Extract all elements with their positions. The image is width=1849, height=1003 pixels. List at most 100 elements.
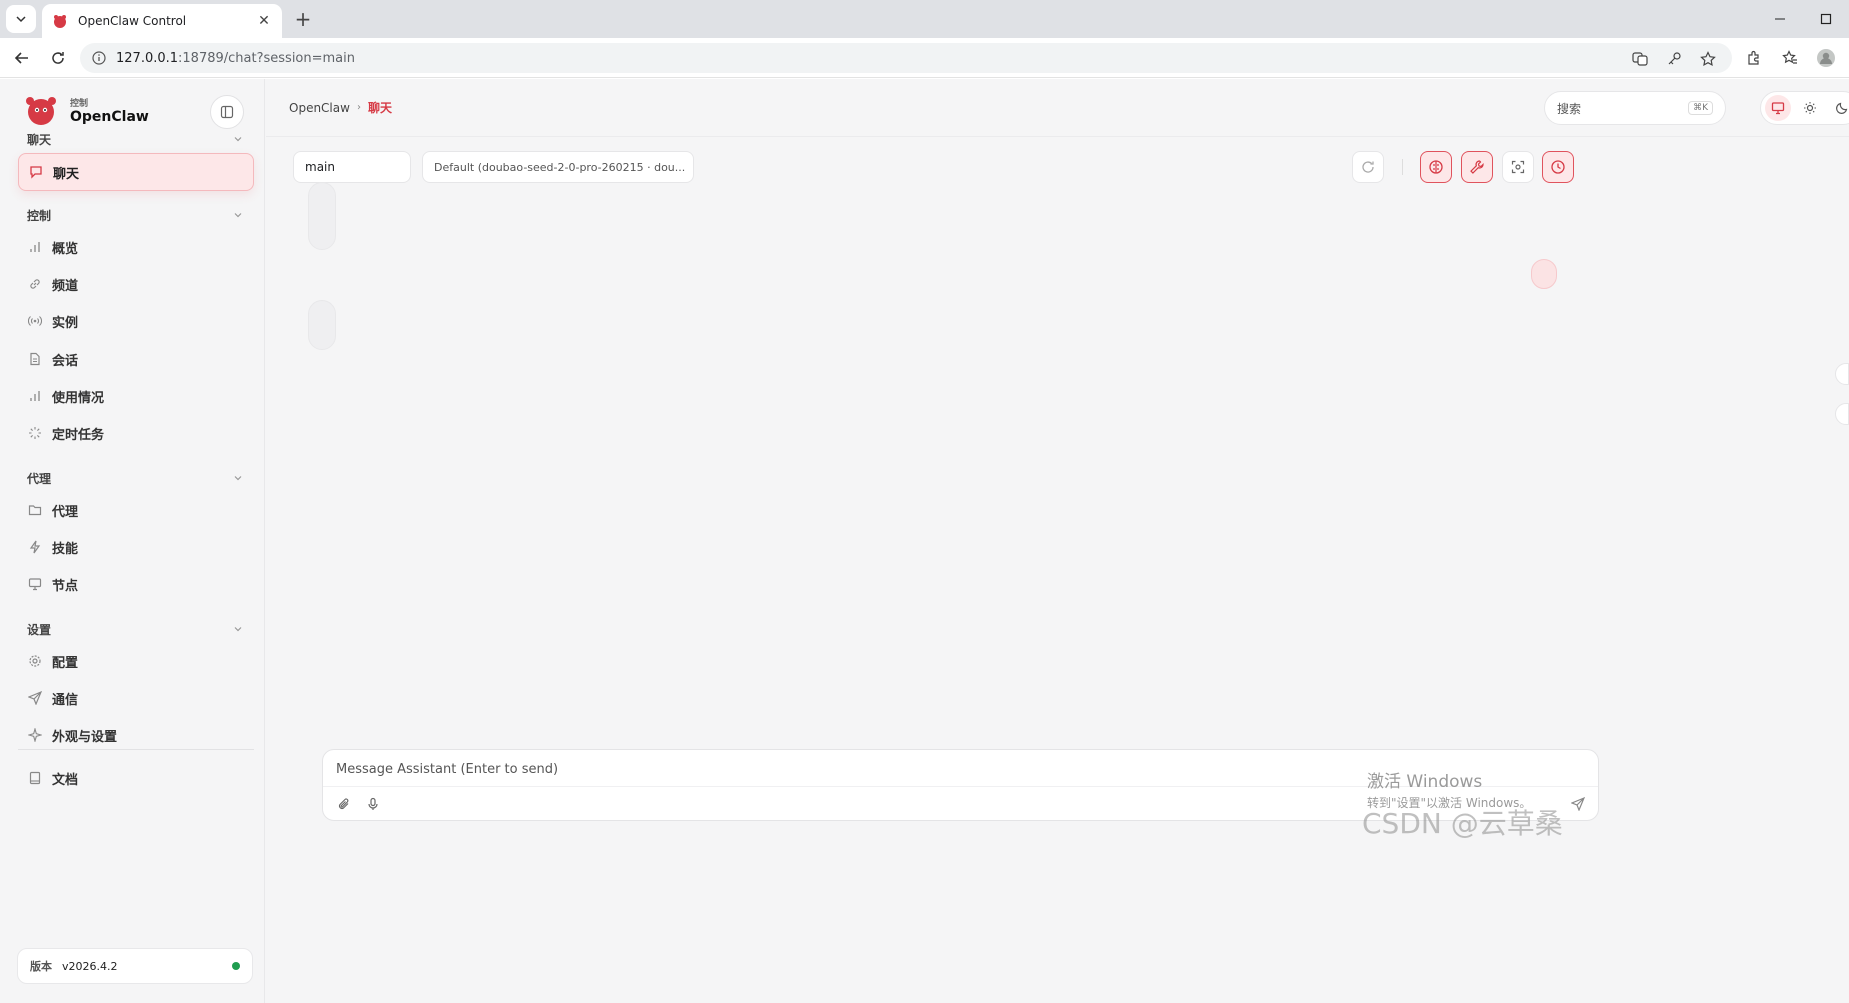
- sidebar-collapse-button[interactable]: [210, 95, 244, 129]
- chevron-down-icon[interactable]: [232, 472, 244, 484]
- version-badge: 版本 v2026.4.2: [17, 948, 253, 984]
- tab-search-button[interactable]: [6, 5, 36, 33]
- breadcrumb-root[interactable]: OpenClaw: [289, 101, 350, 115]
- sidebar-item-label: 技能: [52, 541, 79, 557]
- sidebar-item-label: 文档: [52, 772, 79, 788]
- minimize-button[interactable]: [1757, 0, 1803, 38]
- brand-subtitle: 控制: [70, 98, 89, 109]
- browser-titlebar: OpenClaw Control ✕ +: [0, 0, 1849, 38]
- side-handle[interactable]: [1835, 363, 1849, 385]
- section-agents-label[interactable]: 代理: [27, 470, 51, 487]
- watermark-line1: 激活 Windows: [1367, 772, 1483, 792]
- back-button[interactable]: [8, 44, 36, 72]
- theme-light-button[interactable]: [1797, 95, 1823, 121]
- brand: 控制 OpenClaw: [22, 91, 149, 129]
- tab-close-icon[interactable]: ✕: [256, 13, 272, 29]
- section-settings-label[interactable]: 设置: [27, 621, 51, 638]
- sidebar-item-label: 代理: [52, 504, 79, 520]
- sidebar-item-agents[interactable]: 代理: [18, 491, 254, 529]
- section-chat-label[interactable]: 聊天: [27, 131, 51, 148]
- gear-icon: [26, 652, 44, 670]
- brand-title: OpenClaw: [70, 108, 149, 125]
- version-value: v2026.4.2: [62, 959, 118, 973]
- chevron-down-icon: [16, 16, 26, 23]
- message-skeleton: [308, 182, 336, 250]
- broadcast-icon: [26, 312, 44, 330]
- sidebar-item-chat[interactable]: 聊天: [18, 153, 254, 191]
- refresh-button[interactable]: [1352, 151, 1384, 183]
- focus-mode-button[interactable]: [1502, 151, 1534, 183]
- arrow-left-icon: [14, 52, 28, 64]
- chevron-down-icon[interactable]: [232, 133, 244, 145]
- maximize-button[interactable]: [1803, 0, 1849, 38]
- extensions-icon[interactable]: [1744, 48, 1764, 68]
- session-select[interactable]: main: [293, 151, 411, 183]
- key-icon[interactable]: [1664, 49, 1684, 69]
- theme-system-button[interactable]: [1765, 95, 1791, 121]
- brain-icon: [1429, 160, 1443, 174]
- sidebar-item-nodes[interactable]: 节点: [18, 565, 254, 603]
- browser-window: OpenClaw Control ✕ + 127.0.0.1:18789/cha…: [0, 0, 1849, 1003]
- sidebar-item-config[interactable]: 配置: [18, 642, 254, 680]
- monitor-icon: [1771, 102, 1785, 115]
- search-shortcut: ⌘K: [1688, 101, 1713, 115]
- browser-tab[interactable]: OpenClaw Control ✕: [42, 4, 282, 38]
- search-input[interactable]: 搜索 ⌘K: [1544, 91, 1726, 125]
- model-select[interactable]: Default (doubao-seed-2-0-pro-260215 · do…: [422, 151, 694, 183]
- sidebar-item-usage[interactable]: 使用情况: [18, 377, 254, 415]
- site-info-icon[interactable]: [92, 51, 106, 65]
- thinking-toggle-button[interactable]: [1420, 151, 1452, 183]
- sidebar-item-label: 会话: [52, 353, 79, 369]
- star-icon[interactable]: [1698, 49, 1718, 69]
- favorites-icon[interactable]: [1780, 48, 1800, 68]
- voice-input-button[interactable]: [364, 795, 382, 813]
- minimize-icon: [1775, 18, 1785, 20]
- toolbar-divider: [1402, 159, 1403, 175]
- connection-status-dot: [232, 962, 240, 970]
- send-button[interactable]: [1569, 795, 1587, 813]
- reload-button[interactable]: [44, 44, 72, 72]
- maximize-icon: [1820, 13, 1832, 25]
- sidebar-item-skills[interactable]: 技能: [18, 528, 254, 566]
- breadcrumb-current: 聊天: [367, 101, 392, 115]
- sidebar-divider: [18, 749, 254, 750]
- sidebar-item-label: 节点: [52, 578, 79, 594]
- new-tab-button[interactable]: +: [290, 6, 316, 32]
- sidebar-item-docs[interactable]: 文档: [18, 759, 254, 797]
- file-icon: [26, 350, 44, 368]
- sparkle-icon: [26, 726, 44, 744]
- moon-icon: [1836, 102, 1848, 114]
- sidebar-item-sessions[interactable]: 会话: [18, 340, 254, 378]
- theme-dark-button[interactable]: [1829, 95, 1849, 121]
- sidebar-item-overview[interactable]: 概览: [18, 228, 254, 266]
- bar-chart-icon: [26, 238, 44, 256]
- cron-history-button[interactable]: [1542, 151, 1574, 183]
- sidebar-item-label: 实例: [52, 315, 79, 331]
- wrench-icon: [1470, 160, 1484, 174]
- tab-title: OpenClaw Control: [78, 14, 187, 28]
- sidebar-item-channels[interactable]: 频道: [18, 265, 254, 303]
- sidebar-item-label: 频道: [52, 278, 79, 294]
- send-icon: [26, 689, 44, 707]
- theme-switcher: [1760, 91, 1849, 125]
- breadcrumb-separator: ›: [356, 102, 361, 113]
- sidebar-item-label: 外观与设置: [52, 729, 118, 745]
- side-handle[interactable]: [1835, 403, 1849, 425]
- attach-button[interactable]: [335, 795, 353, 813]
- breadcrumb: OpenClaw › 聊天: [289, 99, 392, 116]
- sidebar-item-cron[interactable]: 定时任务: [18, 414, 254, 452]
- section-control-label[interactable]: 控制: [27, 207, 51, 224]
- chevron-down-icon[interactable]: [232, 623, 244, 635]
- profile-avatar-icon[interactable]: [1816, 48, 1836, 68]
- sidebar-item-label: 配置: [52, 655, 79, 671]
- chevron-down-icon[interactable]: [232, 209, 244, 221]
- sidebar-toggle-icon: [220, 105, 234, 119]
- zap-icon: [26, 538, 44, 556]
- sidebar-item-communication[interactable]: 通信: [18, 679, 254, 717]
- tools-toggle-button[interactable]: [1461, 151, 1493, 183]
- scan-focus-icon: [1511, 160, 1525, 174]
- translate-icon[interactable]: [1630, 49, 1650, 69]
- address-bar[interactable]: 127.0.0.1:18789/chat?session=main: [80, 43, 1732, 73]
- sidebar-item-label: 通信: [52, 692, 79, 708]
- sidebar-item-instances[interactable]: 实例: [18, 302, 254, 340]
